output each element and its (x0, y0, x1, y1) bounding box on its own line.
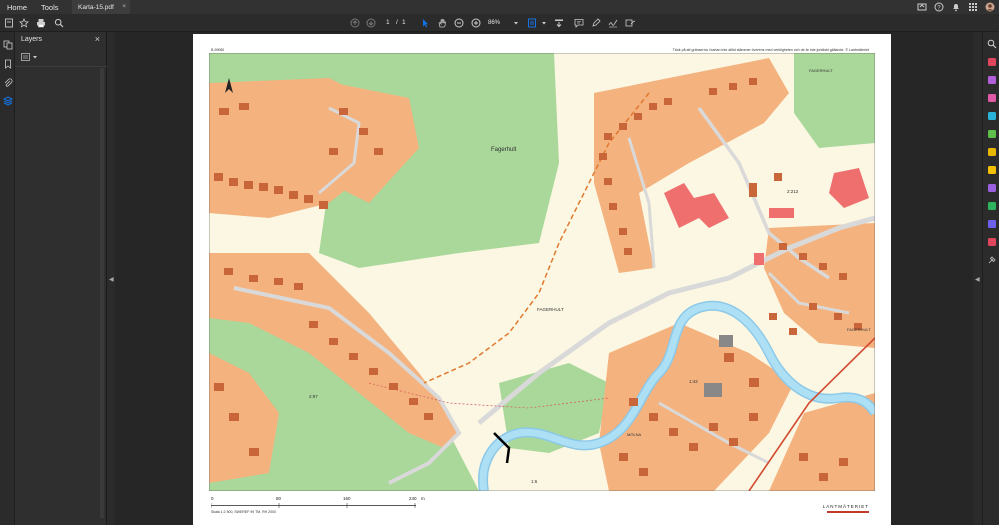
scale-label-0: 0 (211, 496, 214, 501)
protect-icon[interactable] (986, 218, 997, 229)
export-pdf-icon[interactable] (986, 56, 997, 67)
page-separator: / (396, 19, 398, 26)
collapse-left-panel-icon[interactable]: ◀ (109, 276, 114, 283)
redact-icon[interactable] (986, 146, 997, 157)
user-avatar-icon[interactable] (984, 1, 995, 12)
scale-ruler (211, 503, 416, 508)
panel-scrollbar[interactable] (100, 68, 104, 518)
help-icon[interactable]: ? (933, 1, 944, 12)
menu-home[interactable]: Home (0, 3, 34, 12)
read-mode-icon[interactable] (553, 17, 565, 29)
attachments-paperclip-icon[interactable] (2, 77, 13, 88)
logo-underline (827, 511, 869, 513)
page-total: 1 (402, 19, 406, 26)
notifications-bell-icon[interactable] (950, 1, 961, 12)
layers-options-menu[interactable] (21, 52, 41, 62)
label-parcel-16: 1:6 (531, 479, 538, 484)
label-fagerhult-area: Fagerhult (491, 147, 517, 153)
lantmateriet-logo: LANTMÄTERIET (822, 504, 869, 509)
label-molna: MÖLNA (627, 432, 642, 437)
print-icon[interactable] (35, 17, 47, 29)
close-tab-icon[interactable]: × (122, 3, 126, 10)
bookmarks-icon[interactable] (2, 58, 13, 69)
acrobat-window: Home Tools Karta-15.pdf × ? 1 / 1 86% La… (0, 0, 999, 525)
label-parcel-142: 1:42 (689, 379, 698, 384)
map-reference-code: B-99080 (211, 48, 225, 52)
label-parcel-2212: 2:212 (787, 189, 799, 194)
close-panel-icon[interactable]: × (95, 34, 100, 44)
left-navigation-rail (0, 32, 15, 525)
label-fagerhult-ne: FAGERHULT (809, 68, 833, 73)
fill-sign-icon[interactable] (624, 17, 636, 29)
comment-tool-icon[interactable] (986, 164, 997, 175)
map-disclaimer: Tänk på att gränserna i kartan inte allt… (672, 48, 869, 52)
bookmark-star-icon[interactable] (18, 17, 30, 29)
zoom-level-dropdown[interactable]: 86% (488, 17, 500, 29)
more-tools-icon[interactable] (986, 254, 997, 265)
zoom-in-icon[interactable] (470, 17, 482, 29)
sign-icon[interactable] (607, 17, 619, 29)
search-icon[interactable] (53, 17, 65, 29)
zoom-out-icon[interactable] (453, 17, 465, 29)
scale-unit: m (421, 496, 425, 501)
fill-and-sign-icon[interactable] (986, 182, 997, 193)
property-map: Fagerhult FAGERHULT FAGERHULT FAGERHULT … (209, 53, 875, 491)
fit-dropdown-chevron-icon[interactable] (538, 17, 550, 29)
layers-panel-title: Layers (21, 36, 43, 43)
label-parcel-297: 2:97 (309, 394, 318, 399)
apps-grid-icon[interactable] (967, 1, 978, 12)
document-tab[interactable]: Karta-15.pdf × (72, 0, 130, 14)
search-tools-icon[interactable] (986, 38, 997, 49)
request-signature-icon[interactable] (986, 236, 997, 247)
select-cursor-icon[interactable] (419, 17, 431, 29)
zoom-dropdown-chevron-icon[interactable] (510, 17, 522, 29)
label-fagerhult-center: FAGERHULT (537, 307, 564, 312)
next-page-icon[interactable] (365, 17, 377, 29)
menu-tools[interactable]: Tools (34, 3, 66, 12)
comment-icon[interactable] (573, 17, 585, 29)
document-tab-title: Karta-15.pdf (78, 3, 114, 11)
menu-bar: Home Tools (0, 0, 999, 14)
main-toolbar: 1 / 1 86% (0, 14, 999, 32)
page-thumbnails-icon[interactable] (2, 39, 13, 50)
scale-label-240: 240 (409, 496, 417, 501)
chevron-down-icon (33, 56, 37, 59)
scale-description: Skala 1:2 500, SWEREF 99 TM, RH 2000 (211, 510, 276, 514)
edit-pdf-icon[interactable] (986, 92, 997, 103)
scan-ocr-icon[interactable] (986, 200, 997, 211)
organize-pages-icon[interactable] (986, 128, 997, 139)
right-tools-rail (982, 32, 999, 525)
page-number-input[interactable]: 1 (386, 17, 390, 29)
layers-icon[interactable] (2, 95, 13, 106)
collapse-right-panel-icon[interactable]: ◀ (975, 276, 980, 283)
page-fit-icon[interactable] (526, 17, 538, 29)
label-fagerhult-e: FAGERHULT (847, 327, 871, 332)
highlight-pen-icon[interactable] (590, 17, 602, 29)
previous-page-icon[interactable] (349, 17, 361, 29)
share-icon[interactable] (916, 1, 927, 12)
combine-files-icon[interactable] (986, 110, 997, 121)
scale-label-80: 80 (276, 496, 282, 501)
layers-panel: Layers × (15, 32, 107, 525)
create-pdf-icon[interactable] (3, 17, 15, 29)
top-right-icons: ? (916, 1, 995, 12)
scale-label-160: 160 (343, 496, 351, 501)
create-pdf-tool-icon[interactable] (986, 74, 997, 85)
panel-divider (15, 66, 107, 67)
document-viewport[interactable]: B-99080 Tänk på att gränserna i kartan i… (115, 32, 973, 525)
hand-tool-icon[interactable] (436, 17, 448, 29)
pdf-page: B-99080 Tänk på att gränserna i kartan i… (193, 34, 891, 525)
options-list-icon (21, 53, 30, 61)
scale-bar: 0 80 160 240 m Skala 1:2 500, SWEREF 99 … (211, 496, 441, 516)
